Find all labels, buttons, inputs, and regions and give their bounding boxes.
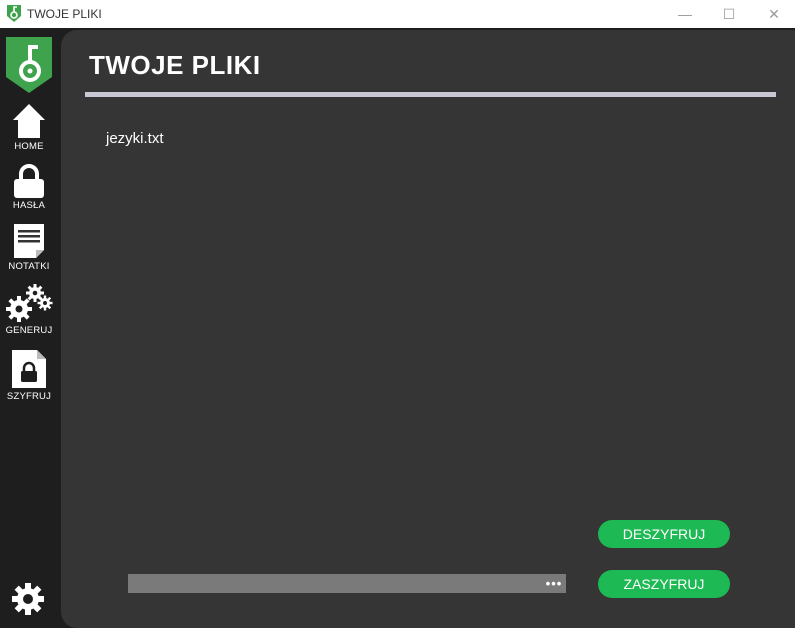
close-button[interactable]: ✕ xyxy=(751,0,795,28)
gear-icon[interactable] xyxy=(10,581,46,617)
home-icon xyxy=(13,104,45,138)
browse-button[interactable]: ••• xyxy=(543,574,565,593)
main-panel: TWOJE PLIKI jezyki.txt DESZYFRUJ ••• ZAS… xyxy=(61,30,795,628)
window-title: TWOJE PLIKI xyxy=(27,7,102,21)
sidebar: HOME HASŁA NOTATKI GENERUJ SZYFRUJ xyxy=(0,28,58,628)
sidebar-item-label: HASŁA xyxy=(12,200,46,211)
decrypt-button[interactable]: DESZYFRUJ xyxy=(598,520,730,548)
app-logo-icon xyxy=(7,5,21,22)
sidebar-item-label: SZYFRUJ xyxy=(6,391,52,402)
minimize-button[interactable]: — xyxy=(662,0,708,28)
file-path-input[interactable] xyxy=(128,574,566,593)
title-bar: TWOJE PLIKI — ☐ ✕ xyxy=(0,0,795,28)
page-title: TWOJE PLIKI xyxy=(89,50,261,80)
sidebar-item-label: HOME xyxy=(14,141,44,152)
locked-file-icon xyxy=(12,350,46,388)
sidebar-item-szyfruj[interactable]: SZYFRUJ xyxy=(0,349,58,402)
sidebar-item-hasla[interactable]: HASŁA xyxy=(0,164,58,211)
sidebar-item-notatki[interactable]: NOTATKI xyxy=(0,223,58,272)
sidebar-item-generuj[interactable]: GENERUJ xyxy=(0,283,58,336)
file-list: jezyki.txt xyxy=(106,130,164,147)
title-divider xyxy=(85,92,776,97)
sidebar-item-label: GENERUJ xyxy=(5,325,53,336)
maximize-button[interactable]: ☐ xyxy=(706,0,752,28)
app-window: HOME HASŁA NOTATKI GENERUJ SZYFRUJ TWOJE… xyxy=(0,28,795,628)
sidebar-item-home[interactable]: HOME xyxy=(0,103,58,152)
lock-icon xyxy=(14,164,44,198)
list-item[interactable]: jezyki.txt xyxy=(106,130,164,147)
key-shield-icon xyxy=(6,37,52,93)
encrypt-button[interactable]: ZASZYFRUJ xyxy=(598,570,730,598)
gears-icon xyxy=(6,284,53,322)
sidebar-item-label: NOTATKI xyxy=(8,261,50,272)
note-icon xyxy=(14,224,44,258)
